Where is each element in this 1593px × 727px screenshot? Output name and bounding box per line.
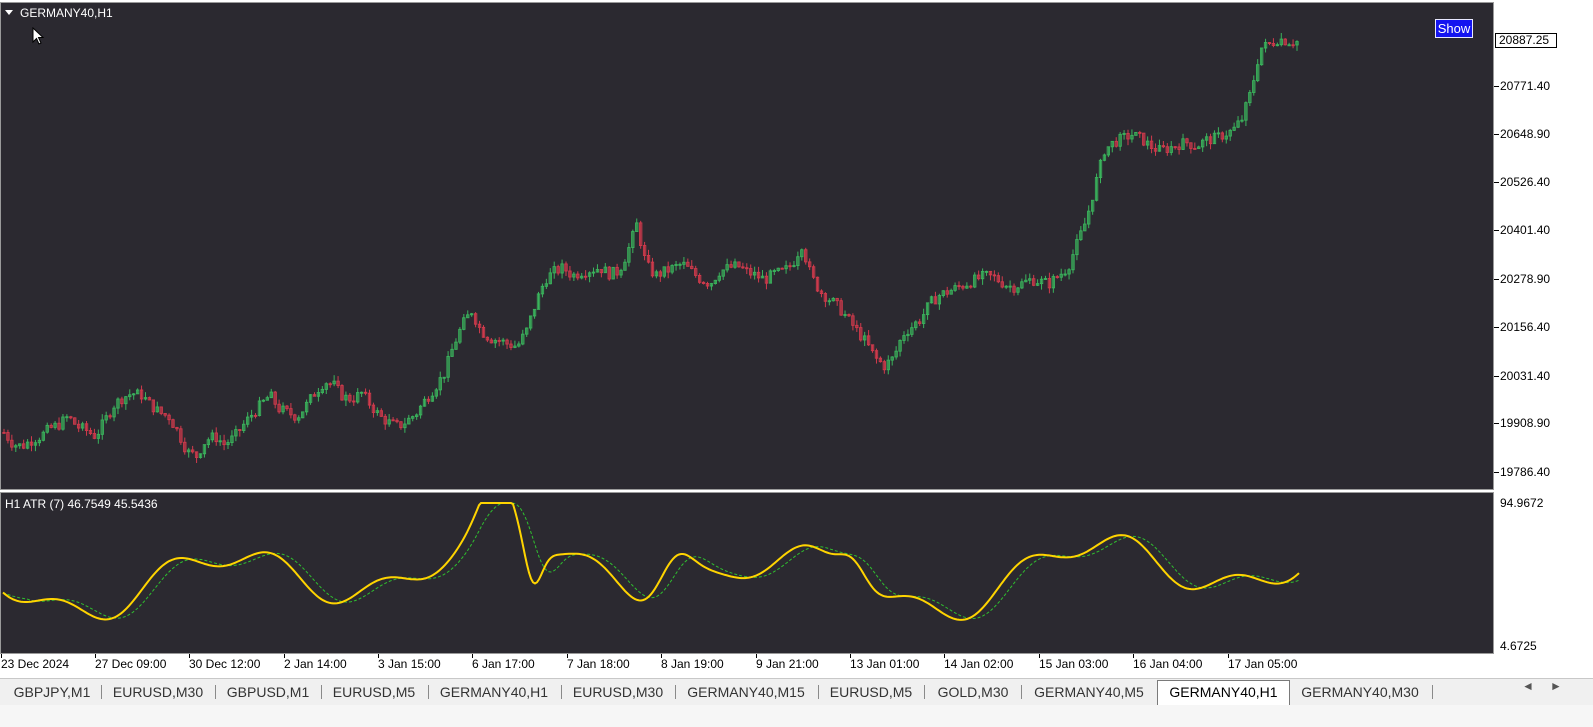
tab-germany40-h1[interactable]: GERMANY40,H1 (431, 681, 557, 703)
price-scale-label: 20771.40 (1500, 79, 1551, 93)
price-scale-label: 20401.40 (1500, 223, 1551, 237)
price-scale-label: 20156.40 (1500, 320, 1551, 334)
time-axis-label: 7 Jan 18:00 (567, 657, 630, 671)
current-price-label: 20887.25 (1495, 33, 1557, 48)
status-strip (0, 705, 1593, 727)
indicator-scale-top: 94.9672 (1500, 496, 1544, 510)
show-button[interactable]: Show (1435, 19, 1473, 38)
tab-germany40-m30[interactable]: GERMANY40,M30 (1292, 681, 1428, 703)
time-axis-label: 16 Jan 04:00 (1133, 657, 1203, 671)
tab-eurusd-m5[interactable]: EURUSD,M5 (821, 681, 921, 703)
price-scale-label: 19786.40 (1500, 465, 1551, 479)
tab-eurusd-m5[interactable]: EURUSD,M5 (324, 681, 424, 703)
tab-gbpjpy-m1[interactable]: GBPJPY,M1 (6, 681, 98, 703)
tab-germany40-m15[interactable]: GERMANY40,M15 (678, 681, 814, 703)
time-axis-label: 14 Jan 02:00 (944, 657, 1014, 671)
price-scale-label: 20526.40 (1500, 175, 1551, 189)
time-axis-label: 27 Dec 09:00 (95, 657, 167, 671)
price-scale-label: 20648.90 (1500, 127, 1551, 141)
candle-body (1287, 44, 1291, 47)
chart-tab-bar: GBPJPY,M1 EURUSD,M30 GBPUSD,M1 EURUSD,M5… (0, 678, 1593, 705)
indicator-title: H1 ATR (7) 46.7549 45.5436 (5, 497, 158, 511)
candlestick-chart (2, 32, 1299, 463)
tab-eurusd-m30[interactable]: EURUSD,M30 (564, 681, 672, 703)
time-axis-label: 9 Jan 21:00 (756, 657, 819, 671)
price-scale-label: 20031.40 (1500, 369, 1551, 383)
chart-title: GERMANY40,H1 (20, 6, 113, 20)
time-axis-label: 23 Dec 2024 (1, 657, 70, 671)
collapse-arrow-icon[interactable] (5, 10, 13, 15)
tab-eurusd-m30[interactable]: EURUSD,M30 (104, 681, 212, 703)
indicator-scale-bottom: 4.6725 (1500, 639, 1537, 653)
time-axis-label: 30 Dec 12:00 (189, 657, 261, 671)
tab-scroll-left-icon[interactable]: ◄ (1522, 679, 1534, 693)
atr-line (2, 502, 1300, 621)
time-axis-label: 2 Jan 14:00 (284, 657, 347, 671)
tab-germany40-h1-active[interactable]: GERMANY40,H1 (1157, 680, 1290, 705)
tab-gbpusd-m1[interactable]: GBPUSD,M1 (218, 681, 318, 703)
price-chart-pane[interactable]: GERMANY40,H1 Show (0, 2, 1494, 490)
time-axis-label: 15 Jan 03:00 (1039, 657, 1109, 671)
price-scale-label: 20278.90 (1500, 272, 1551, 286)
price-scale-label: 19908.90 (1500, 416, 1551, 430)
atr-indicator-pane[interactable]: H1 ATR (7) 46.7549 45.5436 (0, 492, 1494, 654)
time-axis-label: 3 Jan 15:00 (378, 657, 441, 671)
atr-indicator-chart (2, 502, 1300, 621)
tab-scroll-right-icon[interactable]: ► (1550, 679, 1562, 693)
mouse-cursor-icon (32, 27, 45, 45)
time-axis-label: 6 Jan 17:00 (472, 657, 535, 671)
tab-germany40-m5[interactable]: GERMANY40,M5 (1024, 681, 1154, 703)
tab-gold-m30[interactable]: GOLD,M30 (927, 681, 1019, 703)
time-axis-label: 13 Jan 01:00 (850, 657, 920, 671)
time-axis-label: 8 Jan 19:00 (661, 657, 724, 671)
time-axis-label: 17 Jan 05:00 (1228, 657, 1298, 671)
